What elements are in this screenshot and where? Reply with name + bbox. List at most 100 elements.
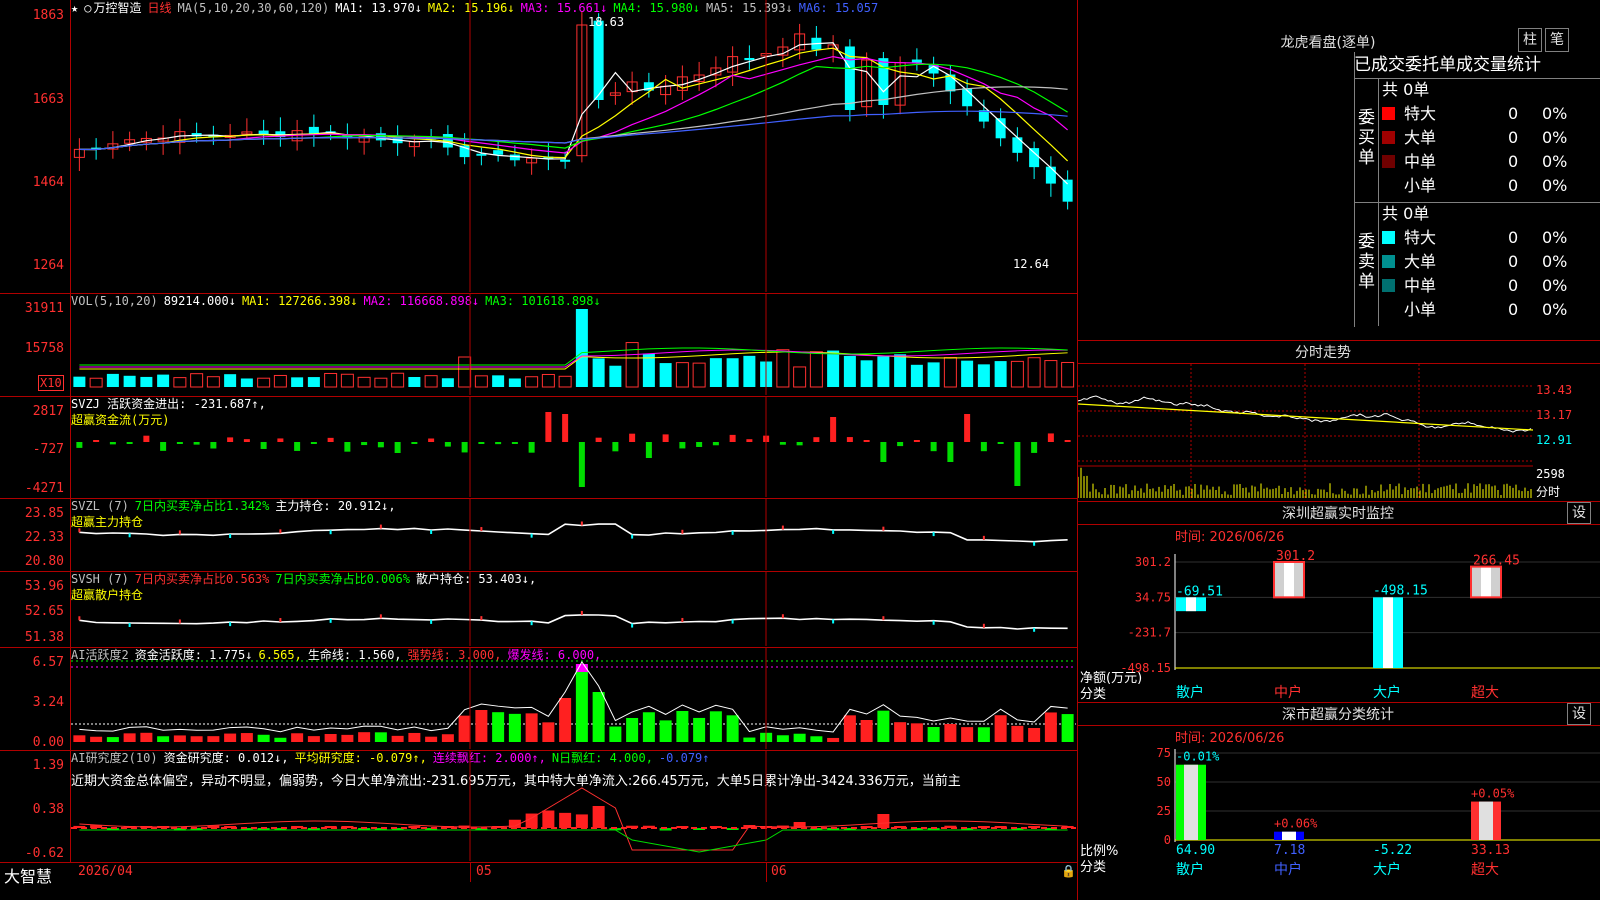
svzl-axis: 23.85 22.33 20.80: [0, 498, 71, 571]
class-bar-value: 33.13: [1471, 843, 1510, 858]
sz-monitor-chart[interactable]: 301.234.75-231.7-498.15-69.51散户301.2中户-4…: [1078, 502, 1600, 702]
activity-bar: [726, 715, 739, 742]
monitor-tick: -231.7: [1128, 626, 1171, 640]
activity-bar: [425, 736, 438, 742]
chart-area[interactable]: 1863 1663 1464 1264 ★ ○ 万控智造 日线 MA(5,10,20,3…: [0, 0, 1078, 900]
lhb-row-name: 小单: [1404, 176, 1437, 195]
brand-logo: 大智慧: [4, 867, 53, 886]
monitor-bar-label: 301.2: [1276, 549, 1315, 564]
ai-active-bars[interactable]: [71, 647, 1076, 749]
fund-flow-bar: [1031, 442, 1038, 453]
fund-flow-bar: [629, 433, 636, 442]
lhb-row-pct: 0%: [1542, 276, 1568, 295]
research-line-green: [79, 829, 1068, 853]
fund-flow-bar: [344, 442, 351, 452]
fund-flow-bar: [1014, 442, 1021, 486]
lock-icon[interactable]: 🔒: [1061, 864, 1076, 878]
activity-bar: [173, 735, 186, 742]
fund-flow-bar: [947, 442, 954, 462]
activity-bar: [910, 723, 923, 742]
volume-bar: [492, 375, 505, 387]
svsh-panel[interactable]: 53.96 52.65 51.38 SVSH (7) 7日内买卖净占比0.563%…: [0, 571, 1077, 648]
svsh-axis: 53.96 52.65 51.38: [0, 571, 71, 647]
x-axis: 大智慧 2026/04 05 06 🔒: [0, 862, 1077, 886]
tick-mode-button[interactable]: 笔: [1545, 28, 1569, 52]
monitor-bar-highlight: [1186, 597, 1196, 612]
activity-bar: [1028, 727, 1041, 742]
low-price-mark: 12.64: [1013, 257, 1050, 271]
class-category: 大户: [1373, 861, 1401, 878]
sz-monitor-panel[interactable]: 深圳超赢实时监控 设 时间: 2026/06/26 301.2 34.75 -231…: [1078, 502, 1600, 703]
fund-flow-bar: [813, 437, 820, 442]
activity-bar: [827, 737, 840, 742]
intraday-chart[interactable]: [1078, 364, 1533, 499]
svzl-line[interactable]: [71, 498, 1076, 570]
sz-monitor-cat-label: 分类: [1080, 687, 1107, 702]
fund-flow-bar: [310, 442, 317, 444]
sz-class-panel[interactable]: 深市超赢分类统计 设 时间: 2026/06/26 75 50 25 0 -0.01% 6…: [1078, 703, 1600, 900]
svzl-panel[interactable]: 23.85 22.33 20.80 SVZL (7) 7日内买卖净占比1.342%…: [0, 498, 1077, 572]
activity-bar: [977, 727, 990, 742]
fund-flow-bar: [428, 438, 435, 442]
monitor-category: 大户: [1373, 684, 1401, 701]
fund-flow-bar: [76, 442, 83, 448]
lhb-row-count: 0: [1508, 104, 1519, 123]
activity-line: [79, 661, 1068, 733]
activity-bar: [1044, 712, 1057, 742]
lhb-row-count: 0: [1508, 276, 1519, 295]
svzj-bars[interactable]: [71, 396, 1076, 497]
sell-block: 委卖单 共 0单 特大 0 0% 大单 0 0% 中单 0 0% 小单 0 0%: [1354, 202, 1600, 326]
research-bar: [559, 812, 572, 828]
svzj-panel[interactable]: 2817 -727 -4271 SVZJ 活跃资金进出: -231.687↑, …: [0, 396, 1077, 499]
svsh-tick: 51.38: [24, 630, 64, 645]
lhb-panel: 龙虎看盘(逐单) 柱 笔 已成交委托单成交量统计 委买单 共 0单 特大 0 0% 大…: [1078, 0, 1600, 341]
activity-bar: [1011, 725, 1024, 742]
ai-research-axis: 1.39 0.38 -0.62: [0, 750, 71, 862]
lhb-row-pct: 0%: [1542, 300, 1568, 319]
monitor-bar: [1470, 565, 1502, 599]
volume-bars[interactable]: [71, 293, 1076, 395]
volume-bar: [307, 377, 320, 387]
activity-bar: [123, 733, 136, 742]
activity-bar: [190, 736, 203, 742]
volume-bar: [291, 377, 304, 387]
volume-bar: [106, 373, 119, 387]
fund-flow-bar: [277, 438, 284, 442]
lhb-row-name: 特大: [1404, 228, 1437, 247]
candle-body-down: [493, 150, 504, 155]
class-bar-highlight: [1479, 801, 1493, 840]
lhb-row-pct: 0%: [1542, 252, 1568, 271]
class-tick: 50: [1157, 775, 1171, 789]
sz-class-cat-label: 分类: [1080, 860, 1107, 875]
bar-mode-button[interactable]: 柱: [1518, 28, 1542, 52]
price-panel[interactable]: 1863 1663 1464 1264 ★ ○ 万控智造 日线 MA(5,10,20,3…: [0, 0, 1077, 294]
activity-bar: [408, 732, 421, 742]
fund-flow-bar: [562, 414, 569, 442]
svzj-tick: -727: [32, 442, 64, 457]
fund-flow-bar: [528, 442, 535, 453]
volume-bar: [592, 358, 605, 387]
lhb-title: 龙虎看盘(逐单): [1280, 35, 1376, 51]
activity-bar: [575, 668, 588, 742]
class-bar: [1274, 831, 1304, 840]
volume-bar: [224, 374, 237, 387]
intraday-panel[interactable]: 分时走势 13.43 13.17 12.91 2598 分时: [1078, 341, 1600, 502]
volume-bar: [190, 373, 204, 388]
lhb-row: 特大 0 0%: [1382, 102, 1600, 126]
class-bar: [1176, 764, 1206, 840]
ai-active-panel[interactable]: 6.57 3.24 0.00 AI活跃度2 资金活跃度: 1.775↓ 6.565,…: [0, 647, 1077, 751]
volume-panel[interactable]: 31911 15758 X10 VOL(5,10,20) 89214.000↓ MA…: [0, 293, 1077, 397]
candlestick-chart[interactable]: [71, 0, 1076, 292]
fund-flow-bar: [193, 442, 200, 445]
svsh-line[interactable]: [71, 571, 1076, 646]
activity-bar: [743, 737, 756, 742]
lhb-tabs[interactable]: 已成交委托单成交量统计: [1354, 52, 1600, 79]
activity-bar: [324, 734, 337, 742]
sz-class-chart[interactable]: 75 50 25 0 -0.01% 64.90 散户 +0.06% 7.18 中户 -5.22 大户 +…: [1078, 703, 1600, 900]
buy-total: 共 0单: [1382, 80, 1430, 99]
activity-bar: [90, 736, 103, 742]
lhb-row-count: 0: [1508, 228, 1519, 247]
ai-research-bars[interactable]: [71, 750, 1076, 861]
activity-bar: [693, 717, 706, 742]
ai-research-panel[interactable]: 1.39 0.38 -0.62 AI研究度2(10) 资金研究度: 0.012↓,…: [0, 750, 1077, 863]
